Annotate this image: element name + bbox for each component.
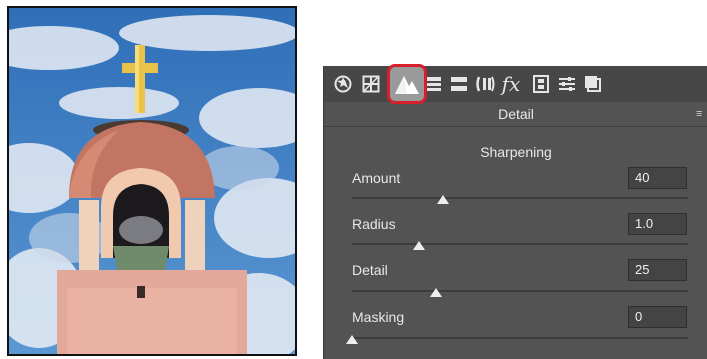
amount-slider-thumb[interactable] [436, 195, 449, 204]
radius-slider-thumb[interactable] [413, 241, 426, 250]
bell-tower-image [9, 8, 295, 354]
panel-title: Detail [498, 106, 534, 122]
lens-icon[interactable] [474, 73, 496, 95]
detail-label: Detail [352, 262, 388, 278]
masking-field[interactable]: 0 [628, 306, 687, 328]
photo-preview [7, 6, 297, 356]
detail-slider-thumb[interactable] [430, 288, 442, 297]
masking-track[interactable] [352, 337, 688, 339]
camera-calibration-icon[interactable] [530, 73, 552, 95]
radius-field[interactable]: 1.0 [628, 213, 687, 235]
amount-label: Amount [352, 170, 401, 186]
radius-label: Radius [352, 216, 396, 232]
panel-menu-icon[interactable]: ≡ [696, 108, 706, 120]
masking-label: Masking [352, 309, 405, 325]
fx-icon[interactable]: fx [500, 73, 522, 95]
divider [324, 126, 707, 127]
aperture-icon[interactable] [332, 73, 354, 95]
amount-track[interactable] [352, 197, 688, 199]
section-sharpening: Sharpening [480, 144, 552, 160]
tab-detail-active[interactable] [387, 64, 427, 104]
panel-toolbar: fx [324, 66, 707, 102]
detail-icon [395, 76, 419, 94]
grid-icon[interactable] [360, 73, 382, 95]
detail-track[interactable] [352, 290, 688, 292]
presets-icon[interactable] [556, 73, 578, 95]
amount-field[interactable]: 40 [628, 167, 687, 189]
split-toning-icon[interactable] [448, 73, 470, 95]
radius-track[interactable] [352, 243, 688, 245]
snapshots-icon[interactable] [582, 73, 604, 95]
detail-field[interactable]: 25 [628, 259, 687, 281]
masking-slider-thumb[interactable] [346, 335, 358, 344]
detail-panel: fx Detail ≡ Sharpening Amount 40 Radius … [323, 66, 707, 359]
